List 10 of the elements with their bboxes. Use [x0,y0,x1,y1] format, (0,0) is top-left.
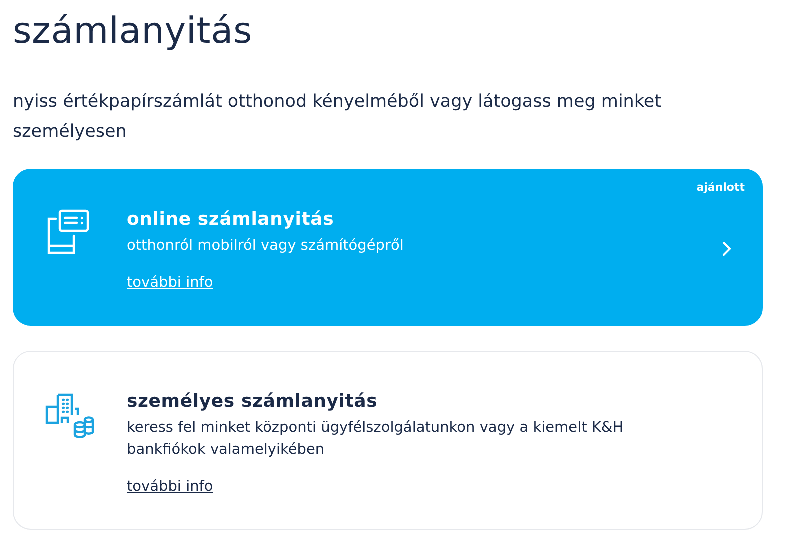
option-card[interactable]: személyes számlanyitás keress fel minket központi ügyfélszolgálatunkon vagy a kiemelt K&H bankfiókok valamelyikében további info [13,351,763,530]
page-title: számlanyitás [13,10,252,54]
chevron-right-icon[interactable] [720,240,734,258]
page-subtitle: nyiss értékpapírszámlát otthonod kényelméből vagy látogass meg minket személyesen [13,91,663,144]
recommended-label: ajánlott [696,181,745,194]
card-title: személyes számlanyitás [127,390,378,414]
card-description: keress fel minket központi ügyfélszolgálatunkon vagy a kiemelt K&H bankfiókok valamelyikében [127,419,625,460]
more-info-link[interactable]: további info [127,479,214,495]
card-title: online számlanyitás [127,208,334,232]
card-description: otthonról mobilról vagy számítógépről [127,237,404,256]
